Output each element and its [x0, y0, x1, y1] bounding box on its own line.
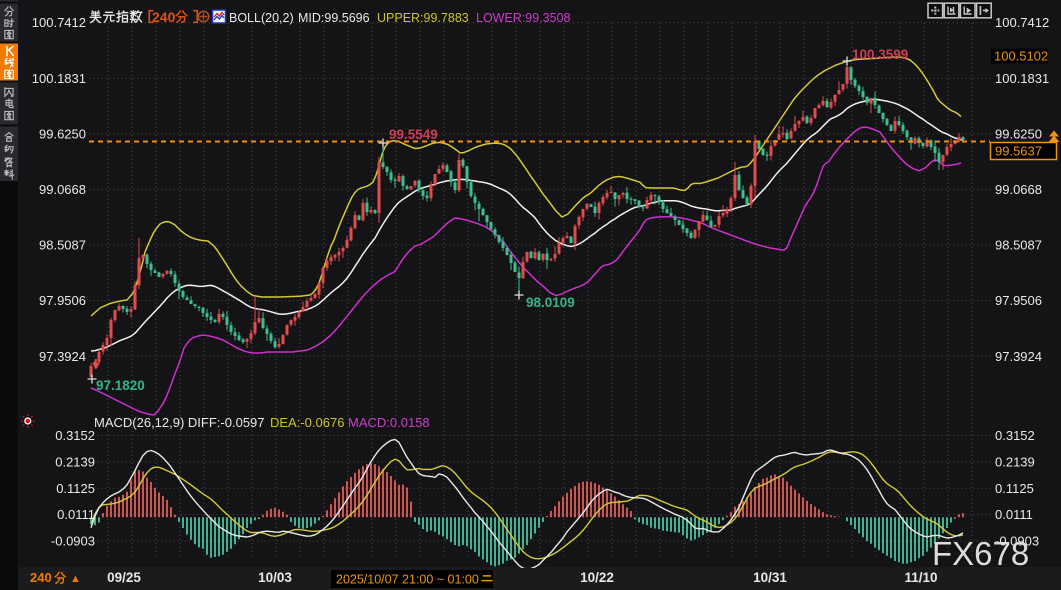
svg-text:0.0111: 0.0111 [57, 507, 95, 522]
svg-text:10/31: 10/31 [753, 570, 787, 585]
svg-text:240: 240 [152, 9, 176, 25]
svg-text:MACD:0.0158: MACD:0.0158 [348, 415, 430, 430]
svg-text:99.0668: 99.0668 [39, 182, 86, 197]
svg-text:99.5637: 99.5637 [995, 144, 1042, 159]
svg-text:99.6250: 99.6250 [995, 126, 1042, 141]
svg-text:98.5087: 98.5087 [39, 238, 86, 253]
svg-text:100.1831: 100.1831 [32, 71, 86, 86]
svg-text:2025/10/07 21:00 ~ 01:00: 2025/10/07 21:00 ~ 01:00 [336, 573, 479, 587]
svg-text:FX678: FX678 [932, 535, 1029, 572]
svg-text:100.3599: 100.3599 [852, 47, 908, 62]
svg-text:99.0668: 99.0668 [995, 182, 1042, 197]
svg-text:99.5549: 99.5549 [389, 127, 438, 142]
svg-text:0.3152: 0.3152 [55, 428, 95, 443]
svg-text:0.3152: 0.3152 [995, 428, 1035, 443]
svg-text:240: 240 [30, 570, 52, 585]
svg-text:0.1125: 0.1125 [56, 481, 95, 496]
svg-text:100.5102: 100.5102 [994, 49, 1048, 64]
svg-text:0.1125: 0.1125 [995, 481, 1034, 496]
svg-text:▲: ▲ [70, 573, 81, 585]
svg-text:100.7412: 100.7412 [32, 15, 86, 30]
svg-text:97.3924: 97.3924 [39, 349, 86, 364]
svg-text:UPPER:99.7883: UPPER:99.7883 [377, 11, 469, 25]
svg-text:10/22: 10/22 [580, 570, 614, 585]
svg-text:11/10: 11/10 [904, 570, 937, 585]
svg-text:100.1831: 100.1831 [995, 71, 1049, 86]
svg-text:-0.0903: -0.0903 [51, 534, 95, 549]
svg-text:MID:99.5696: MID:99.5696 [298, 11, 370, 25]
svg-text:MACD(26,12,9) DIFF:-0.0597: MACD(26,12,9) DIFF:-0.0597 [94, 415, 265, 430]
svg-text:10/03: 10/03 [258, 570, 292, 585]
svg-text:97.3924: 97.3924 [995, 349, 1042, 364]
svg-text:DEA:-0.0676: DEA:-0.0676 [270, 415, 344, 430]
svg-text:0.2139: 0.2139 [55, 454, 95, 469]
svg-text:97.9506: 97.9506 [39, 293, 86, 308]
svg-text:09/25: 09/25 [107, 570, 141, 585]
svg-text:97.9506: 97.9506 [995, 293, 1042, 308]
svg-text:98.5087: 98.5087 [995, 238, 1042, 253]
svg-text:BOLL(20,2): BOLL(20,2) [229, 11, 294, 25]
svg-text:100.7412: 100.7412 [995, 15, 1049, 30]
svg-text:97.1820: 97.1820 [96, 378, 145, 393]
svg-text:99.6250: 99.6250 [39, 126, 86, 141]
svg-text:0.0111: 0.0111 [995, 507, 1033, 522]
svg-text:LOWER:99.3508: LOWER:99.3508 [476, 11, 571, 25]
svg-text:0.2139: 0.2139 [995, 454, 1035, 469]
svg-text:98.0109: 98.0109 [526, 295, 575, 310]
